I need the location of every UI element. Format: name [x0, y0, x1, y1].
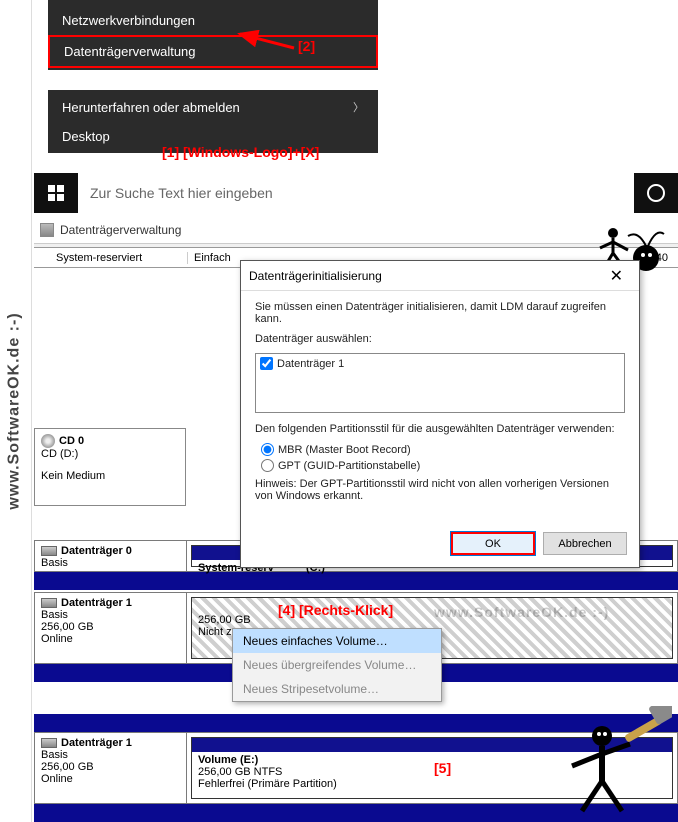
disk1-un-size: 256,00 GB	[198, 614, 251, 626]
taskbar-search-input[interactable]: Zur Suche Text hier eingeben	[78, 173, 634, 213]
disk-mgmt-icon	[40, 223, 54, 237]
window-title: Datenträgerverwaltung	[60, 223, 181, 237]
disk1b-type: Basis	[41, 749, 180, 761]
radio-mbr-label: MBR (Master Boot Record)	[278, 444, 411, 456]
dialog-titlebar: Datenträgerinitialisierung ✕	[241, 261, 639, 291]
windows-logo-icon	[48, 185, 64, 201]
drive-icon	[41, 738, 57, 748]
cd-title: CD 0	[59, 435, 84, 447]
disk-checkbox[interactable]	[260, 357, 273, 370]
vol-sub: 256,00 GB NTFS	[198, 766, 337, 778]
close-icon[interactable]: ✕	[602, 266, 631, 286]
watermark-text: www.SoftwareOK.de :-)	[6, 312, 24, 509]
menu-item-desktop[interactable]: Desktop	[48, 122, 378, 151]
volume-name: System-reserviert	[34, 252, 188, 264]
radio-mbr[interactable]	[261, 443, 274, 456]
disk1b-status: Online	[41, 773, 180, 785]
disk1-size: 256,00 GB	[41, 621, 180, 633]
dialog-text-2: Datenträger auswählen:	[255, 333, 625, 345]
cd-subtitle: CD (D:)	[41, 448, 179, 460]
winx-context-menu: Netzwerkverbindungen Datenträgerverwaltu…	[48, 0, 378, 153]
radio-gpt-label: GPT (GUID-Partitionstabelle)	[278, 460, 420, 472]
disk0-name: Datenträger 0	[61, 545, 132, 557]
dialog-title: Datenträgerinitialisierung	[249, 269, 382, 283]
radio-gpt-row[interactable]: GPT (GUID-Partitionstabelle)	[261, 459, 625, 472]
ok-button[interactable]: OK	[451, 532, 535, 555]
menu-item-shutdown-label: Herunterfahren oder abmelden	[62, 100, 240, 115]
init-disk-dialog: Datenträgerinitialisierung ✕ Sie müssen …	[240, 260, 640, 568]
disk-checkbox-row[interactable]: Datenträger 1	[260, 357, 620, 370]
drive-icon	[41, 546, 57, 556]
ctx-new-striped-volume[interactable]: Neues Stripesetvolume…	[233, 677, 441, 701]
start-button[interactable]	[34, 173, 78, 213]
left-watermark: www.SoftwareOK.de :-)	[0, 0, 32, 822]
disk1-type: Basis	[41, 609, 180, 621]
vol-stat: Fehlerfrei (Primäre Partition)	[198, 778, 337, 790]
volume-context-menu: Neues einfaches Volume… Neues übergreife…	[232, 628, 442, 702]
menu-item-network[interactable]: Netzwerkverbindungen	[48, 6, 378, 35]
window-titlebar: Datenträgerverwaltung	[34, 216, 678, 244]
chevron-right-icon: 〉	[353, 99, 364, 115]
blue-separator	[34, 572, 678, 590]
cd-icon	[41, 434, 55, 448]
disk1-name: Datenträger 1	[61, 597, 132, 609]
disk-checkbox-label: Datenträger 1	[277, 358, 344, 370]
menu-item-disk-management[interactable]: Datenträgerverwaltung	[48, 35, 378, 68]
dialog-text-1: Sie müssen einen Datenträger initialisie…	[255, 301, 625, 325]
disk1b-size: 256,00 GB	[41, 761, 180, 773]
dialog-text-3: Den folgenden Partitionsstil für die aus…	[255, 423, 625, 435]
disk-select-list[interactable]: Datenträger 1	[255, 353, 625, 413]
ctx-new-simple-volume[interactable]: Neues einfaches Volume…	[233, 629, 441, 653]
stickman-hammer-icon	[552, 706, 672, 816]
volume-type: Einfach	[188, 252, 231, 264]
dialog-hint: Hinweis: Der GPT-Partitionsstil wird nic…	[255, 478, 625, 502]
cancel-button[interactable]: Abbrechen	[543, 532, 627, 555]
cortana-ring-icon	[647, 184, 665, 202]
disk1b-name: Datenträger 1	[61, 737, 132, 749]
cd-status: Kein Medium	[41, 470, 179, 482]
cortana-button[interactable]	[634, 173, 678, 213]
menu-item-shutdown[interactable]: Herunterfahren oder abmelden 〉	[48, 92, 378, 122]
drive-icon	[41, 598, 57, 608]
taskbar: Zur Suche Text hier eingeben	[34, 173, 678, 213]
disk1-status: Online	[41, 633, 180, 645]
ctx-new-spanned-volume[interactable]: Neues übergreifendes Volume…	[233, 653, 441, 677]
disk0-type: Basis	[41, 557, 180, 569]
radio-gpt[interactable]	[261, 459, 274, 472]
vol-title: Volume (E:)	[198, 754, 337, 766]
radio-mbr-row[interactable]: MBR (Master Boot Record)	[261, 443, 625, 456]
cd-drive-panel[interactable]: CD 0 CD (D:) Kein Medium	[34, 428, 186, 506]
